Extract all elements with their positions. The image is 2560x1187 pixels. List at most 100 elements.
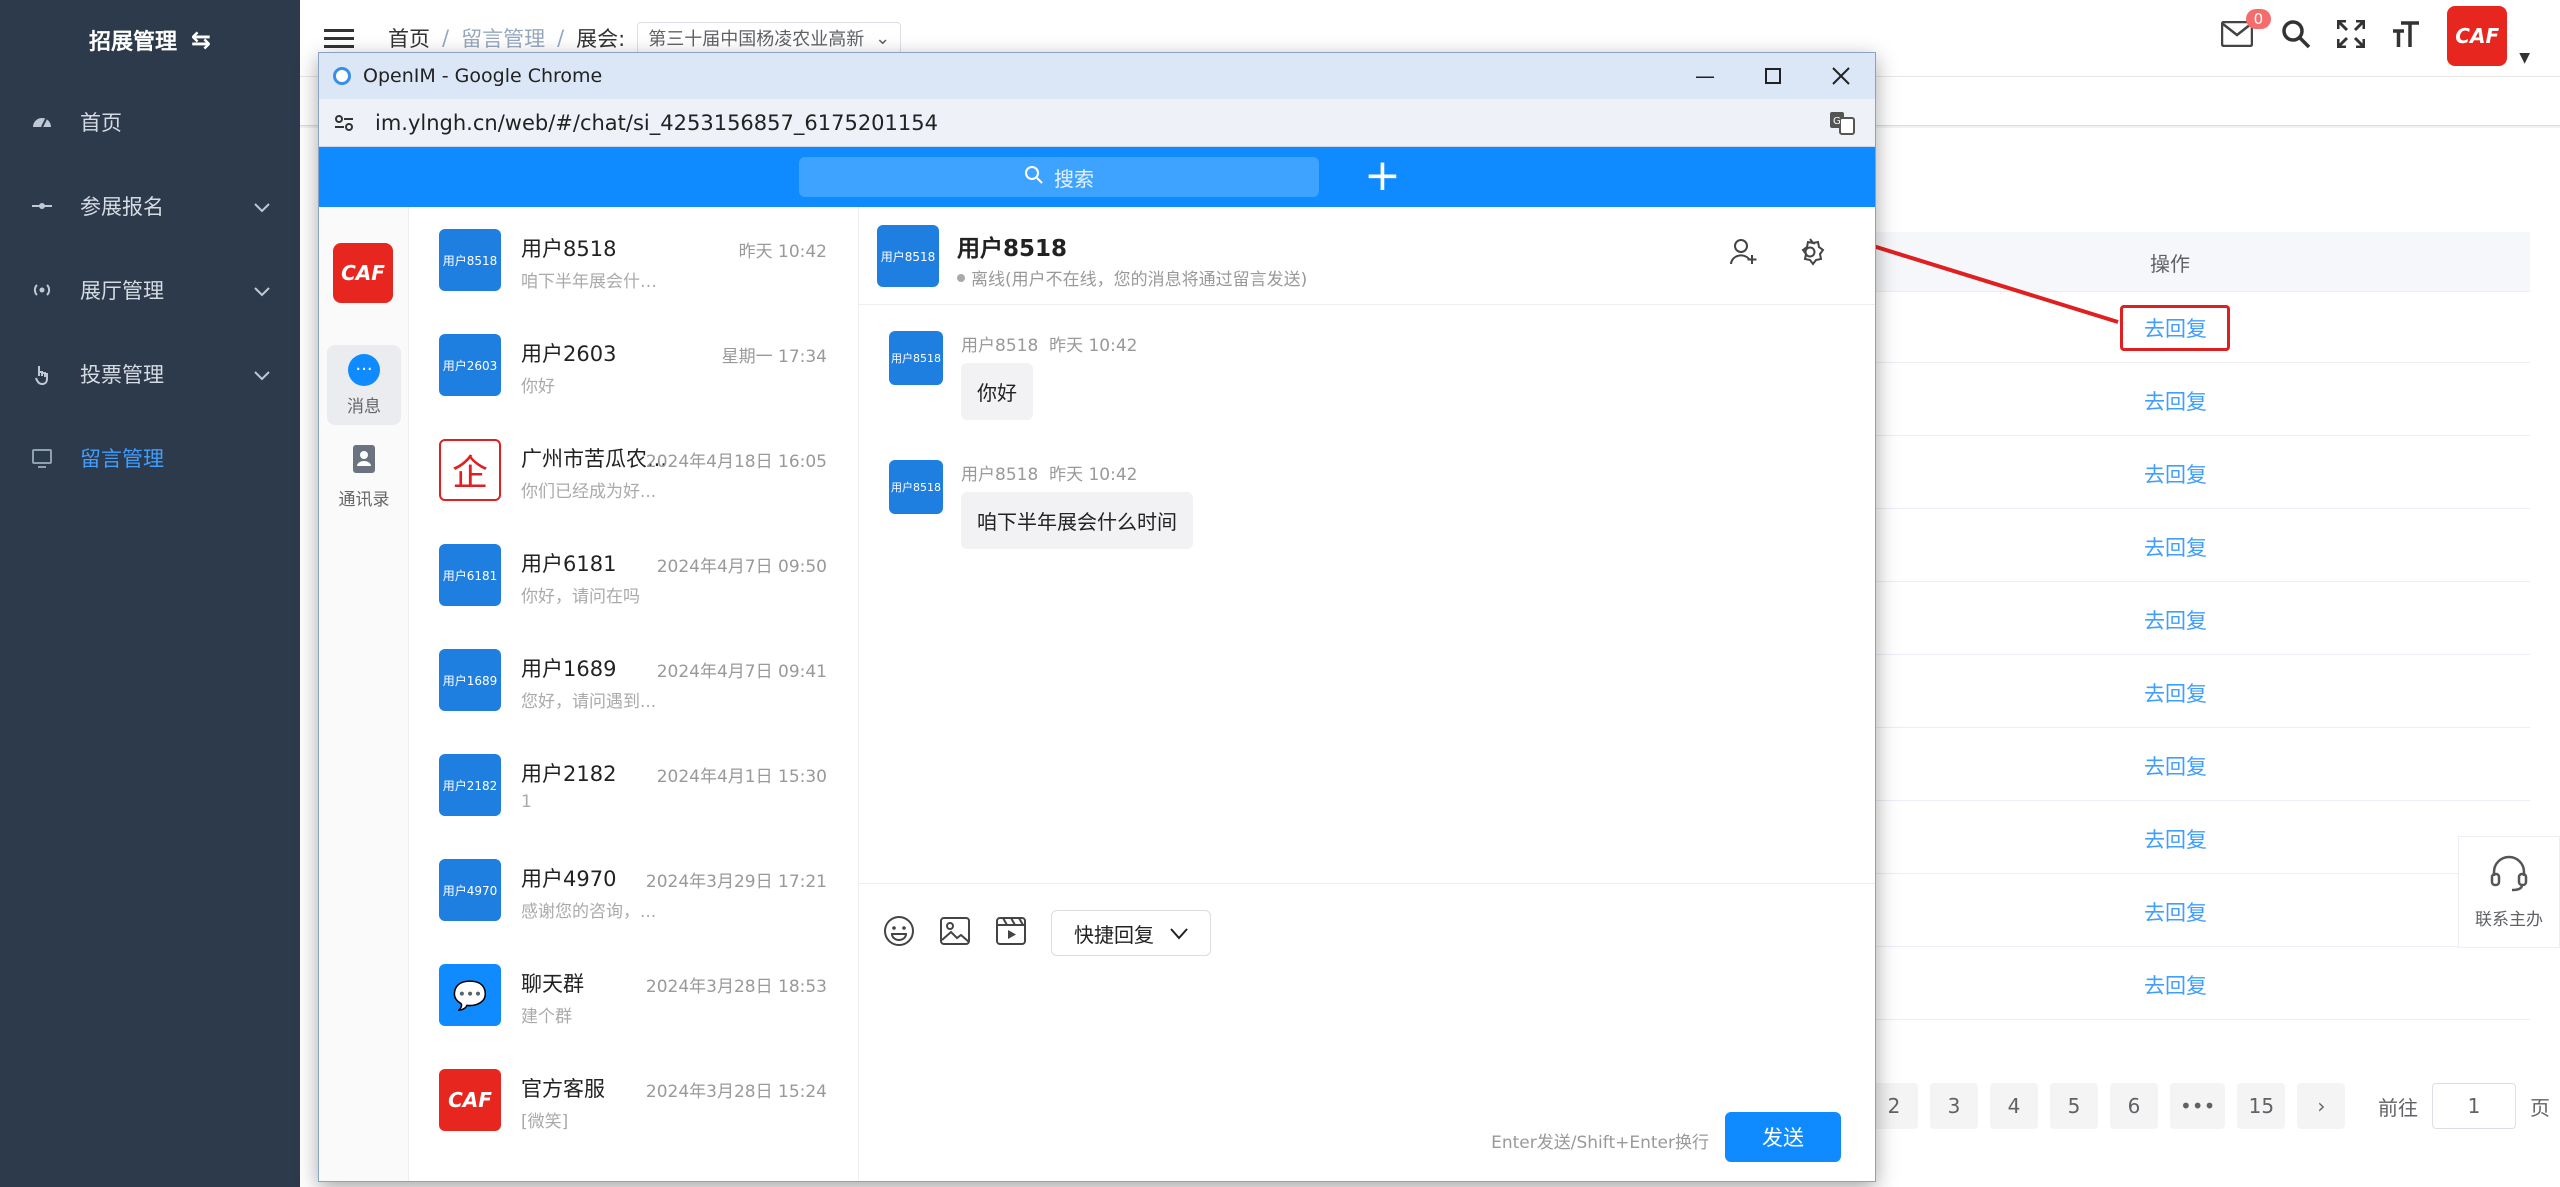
window-controls: —	[1671, 53, 1875, 99]
conversation-preview: 咱下半年展会什…	[521, 272, 657, 292]
conversation-avatar: CAF	[439, 1069, 501, 1131]
composer-toolbar: 快捷回复	[883, 910, 1211, 956]
close-icon[interactable]	[1807, 53, 1875, 99]
conversation-time: 星期一 17:34	[721, 347, 827, 367]
im-nav-rail: CAF ··· 消息 通讯录	[319, 207, 409, 1181]
conversation-preview: [微笑]	[521, 1112, 569, 1132]
chat-bubble-icon: ···	[348, 353, 380, 386]
conversation-avatar: 💬	[439, 964, 501, 1026]
conversation-time: 2024年3月28日 18:53	[645, 977, 827, 997]
conversation-avatar: 用户1689	[439, 649, 501, 711]
im-body: CAF ··· 消息 通讯录 用户8518 用户8518 昨天 10:42 咱下半年展…	[319, 207, 1875, 1181]
quick-reply-label: 快捷回复	[1074, 922, 1154, 947]
message-meta: 用户8518 昨天 10:42	[961, 331, 1137, 356]
conversation-item[interactable]: 用户2182 用户2182 2024年4月1日 15:30 1	[409, 732, 859, 837]
chevron-down-icon	[1170, 921, 1188, 945]
search-input[interactable]: 搜索	[799, 157, 1319, 197]
conversation-preview: 你好，请问在吗	[521, 587, 640, 607]
conversation-avatar: 企	[439, 439, 501, 501]
search-icon	[1024, 165, 1044, 190]
message-avatar[interactable]: 用户8518	[889, 331, 943, 385]
conversation-name: 用户6181	[521, 552, 617, 576]
conversation-preview: 感谢您的咨询，...	[521, 902, 657, 922]
conversation-item[interactable]: 企广州市苦瓜农... 2024年4月18日 16:05 你们已经成为好...	[409, 417, 859, 522]
chat-status: 离线(用户不在线，您的消息将通过留言发送)	[957, 265, 1307, 290]
conversation-preview: 建个群	[521, 1007, 572, 1027]
message-sender: 用户8518	[961, 336, 1039, 356]
conversation-item[interactable]: 用户1689 用户1689 2024年4月7日 09:41 您好，请问遇到...	[409, 627, 859, 732]
offline-dot-icon	[957, 273, 965, 282]
conversation-time: 昨天 10:42	[738, 242, 827, 262]
message-avatar[interactable]: 用户8518	[889, 460, 943, 514]
svg-text:G: G	[1833, 116, 1841, 127]
url-text: im.ylngh.cn/web/#/chat/si_4253156857_617…	[375, 110, 938, 135]
conversation-item[interactable]: 用户2603 用户2603 星期一 17:34 你好	[409, 312, 859, 417]
conversation-name: 用户1689	[521, 657, 617, 681]
nav-contacts[interactable]: 通讯录	[327, 437, 401, 517]
conversation-name: 官方客服	[521, 1077, 605, 1101]
maximize-icon[interactable]	[1739, 53, 1807, 99]
conversation-avatar: 用户2603	[439, 334, 501, 396]
address-bar[interactable]: im.ylngh.cn/web/#/chat/si_4253156857_617…	[319, 99, 1875, 147]
conversation-item[interactable]: 用户8518 用户8518 昨天 10:42 咱下半年展会什…	[409, 207, 859, 312]
video-icon[interactable]	[995, 916, 1027, 950]
image-icon[interactable]	[939, 916, 971, 950]
minimize-icon[interactable]: —	[1671, 53, 1739, 99]
conversation-avatar: 用户6181	[439, 544, 501, 606]
message-bubble[interactable]: 咱下半年展会什么时间	[961, 492, 1193, 549]
chat-panel: 用户8518 用户8518 离线(用户不在线，您的消息将通过留言发送) 用户85…	[859, 207, 1875, 1181]
conversation-name: 用户2182	[521, 762, 617, 786]
chat-header-actions	[1729, 237, 1825, 271]
nav-contacts-label: 通讯录	[338, 490, 390, 510]
search-placeholder: 搜索	[1054, 166, 1094, 191]
message-composer[interactable]: 快捷回复 Enter发送/Shift+Enter换行 发送	[859, 883, 1875, 1181]
emoji-icon[interactable]	[883, 915, 915, 951]
chat-title: 用户8518	[957, 236, 1068, 262]
add-member-icon[interactable]	[1729, 237, 1759, 271]
conversation-avatar: 用户8518	[439, 229, 501, 291]
nav-messages-label: 消息	[347, 396, 381, 417]
contacts-book-icon	[350, 444, 378, 479]
conversation-time: 2024年3月28日 15:24	[645, 1082, 827, 1102]
chat-status-text: 离线(用户不在线，您的消息将通过留言发送)	[971, 270, 1308, 290]
conversation-name: 聊天群	[521, 972, 584, 996]
im-topbar: 搜索 +	[319, 147, 1875, 207]
conversation-preview: 您好，请问遇到...	[521, 692, 657, 712]
send-hint: Enter发送/Shift+Enter换行	[1491, 1133, 1709, 1153]
message-time: 昨天 10:42	[1049, 336, 1138, 356]
message-sender: 用户8518	[961, 465, 1039, 485]
chat-header: 用户8518 用户8518 离线(用户不在线，您的消息将通过留言发送)	[859, 207, 1875, 305]
conversation-time: 2024年4月7日 09:41	[656, 662, 827, 682]
message-bubble[interactable]: 你好	[961, 363, 1033, 420]
add-icon[interactable]: +	[1364, 151, 1401, 201]
settings-gear-icon[interactable]	[1795, 237, 1825, 271]
conversation-preview: 你们已经成为好...	[521, 482, 657, 502]
conversation-name: 用户2603	[521, 342, 617, 366]
nav-messages[interactable]: ··· 消息	[327, 345, 401, 425]
conversation-item[interactable]: 用户4970 用户4970 2024年3月29日 17:21 感谢您的咨询，...	[409, 837, 859, 942]
translate-icon[interactable]: G	[1829, 111, 1855, 140]
quick-reply-dropdown[interactable]: 快捷回复	[1051, 910, 1211, 956]
openim-favicon-icon	[333, 67, 351, 85]
conversation-item[interactable]: 用户6181 用户6181 2024年4月7日 09:50 你好，请问在吗	[409, 522, 859, 627]
message-time: 昨天 10:42	[1049, 465, 1138, 485]
conversation-preview: 你好	[521, 377, 555, 397]
conversation-item[interactable]: CAF 官方客服 2024年3月28日 15:24 [微笑]	[409, 1047, 859, 1152]
conversation-time: 2024年4月7日 09:50	[656, 557, 827, 577]
conversation-avatar: 用户4970	[439, 859, 501, 921]
conversation-time: 2024年4月18日 16:05	[645, 452, 827, 472]
conversation-name: 用户4970	[521, 867, 617, 891]
send-button[interactable]: 发送	[1725, 1112, 1841, 1162]
im-logo[interactable]: CAF	[333, 243, 393, 303]
conversation-item[interactable]: 💬 聊天群 2024年3月28日 18:53 建个群	[409, 942, 859, 1047]
message-meta: 用户8518 昨天 10:42	[961, 460, 1137, 485]
conversation-name: 用户8518	[521, 237, 617, 261]
site-settings-icon[interactable]	[333, 112, 355, 134]
chat-avatar[interactable]: 用户8518	[877, 225, 939, 287]
window-title: OpenIM - Google Chrome	[363, 65, 603, 87]
conversation-preview: 1	[521, 792, 532, 812]
conversation-list: 用户8518 用户8518 昨天 10:42 咱下半年展会什… 用户2603 用户2603…	[409, 207, 859, 1181]
window-titlebar: OpenIM - Google Chrome —	[319, 53, 1875, 99]
conversation-time: 2024年3月29日 17:21	[645, 872, 827, 892]
chrome-window: OpenIM - Google Chrome — im.ylngh.cn/web…	[318, 52, 1876, 1182]
